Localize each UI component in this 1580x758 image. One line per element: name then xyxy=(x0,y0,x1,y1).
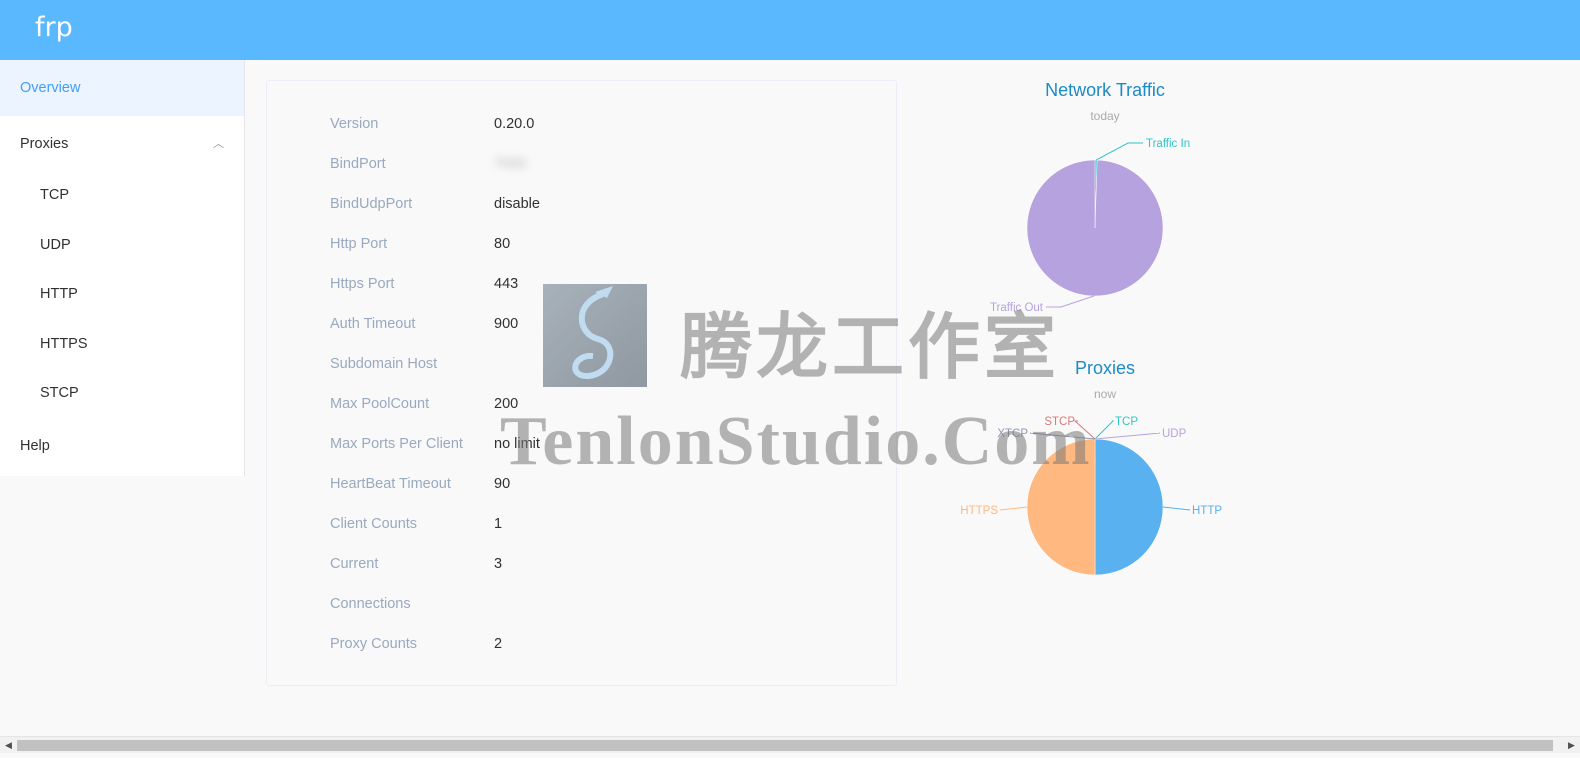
info-value: disable xyxy=(494,196,540,212)
info-value: 90 xyxy=(494,476,511,492)
sidebar-item-tcp[interactable]: TCP xyxy=(0,170,244,220)
info-value: 0.20.0 xyxy=(494,116,535,132)
sidebar-item-http[interactable]: HTTP xyxy=(0,269,244,319)
sidebar-item-https[interactable]: HTTPS xyxy=(0,319,244,369)
sidebar-item-udp[interactable]: UDP xyxy=(0,220,244,270)
info-row-version: Version 0.20.0 xyxy=(330,116,850,156)
sidebar-item-proxies[interactable]: Proxies ︿ xyxy=(0,116,244,172)
info-row-heartbeat-timeout: HeartBeat Timeout 90 xyxy=(330,476,850,516)
info-row-max-poolcount: Max PoolCount 200 xyxy=(330,396,850,436)
top-header: frp xyxy=(0,0,1580,60)
info-row-https-port: Https Port 443 xyxy=(330,276,850,316)
sidebar-item-help[interactable]: Help xyxy=(0,418,244,474)
info-value: 900 xyxy=(494,316,519,332)
charts-area: Network Traffic today Traffic In Traffic … xyxy=(925,60,1285,660)
scrollbar-thumb[interactable] xyxy=(17,740,1553,751)
chevron-up-icon: ︿ xyxy=(213,138,224,150)
info-row-max-ports-per-client: Max Ports Per Client no limit xyxy=(330,436,850,476)
pie-label-traffic-in: Traffic In xyxy=(1146,138,1190,150)
pie-label-udp: UDP xyxy=(1162,428,1187,440)
info-row-subdomain-host: Subdomain Host xyxy=(330,356,850,396)
proxies-chart-title: Proxies xyxy=(1074,358,1136,378)
sidebar-item-label: TCP xyxy=(40,187,69,203)
traffic-chart-title: Network Traffic xyxy=(1045,80,1165,100)
sidebar-item-overview[interactable]: Overview xyxy=(0,60,244,116)
pie-label-tcp: TCP xyxy=(1115,416,1138,428)
info-value: 7000 xyxy=(494,156,527,172)
info-label: Http Port xyxy=(330,236,388,252)
pie-label-line xyxy=(1095,142,1143,161)
info-label: Https Port xyxy=(330,276,395,292)
info-value: 2 xyxy=(494,636,503,652)
info-value: 200 xyxy=(494,396,519,412)
info-label: Client Counts xyxy=(330,516,418,532)
sidebar-item-label: HTTPS xyxy=(40,336,88,352)
brand-logo[interactable]: frp xyxy=(35,12,73,43)
pie-label-https: HTTPS xyxy=(960,505,998,517)
info-label: Proxy Counts xyxy=(330,636,418,652)
info-label: Connections xyxy=(330,596,411,612)
sidebar-item-stcp[interactable]: STCP xyxy=(0,368,244,418)
info-row-bindudpport: BindUdpPort disable xyxy=(330,196,850,236)
proxies-chart-subtitle: now xyxy=(1093,387,1116,401)
info-label: BindPort xyxy=(330,156,386,172)
info-label: Max Ports Per Client xyxy=(330,436,463,452)
sidebar-item-label: STCP xyxy=(40,385,79,401)
pie-label-line xyxy=(1073,420,1096,440)
pie-label-line xyxy=(1046,295,1095,308)
sidebar-item-label: Proxies xyxy=(20,136,69,152)
info-value: 443 xyxy=(494,276,519,292)
info-row-proxy-counts: Proxy Counts 2 xyxy=(330,636,850,676)
pie-label-traffic-out: Traffic Out xyxy=(990,302,1044,314)
pie-label-http: HTTP xyxy=(1192,505,1222,517)
info-row-auth-timeout: Auth Timeout 900 xyxy=(330,316,850,356)
pie-label-stcp: STCP xyxy=(1044,416,1075,428)
horizontal-scrollbar[interactable]: ◀ ▶ xyxy=(0,736,1580,753)
info-value: no limit xyxy=(494,436,540,452)
sidebar-item-label: Help xyxy=(20,438,50,454)
traffic-pie-chart: Traffic In Traffic Out xyxy=(990,138,1190,314)
pie-label-line xyxy=(1094,432,1161,440)
info-row-current: Current 3 xyxy=(330,556,850,596)
pie-label-line xyxy=(1094,420,1115,440)
pie-slice-https[interactable] xyxy=(1026,438,1096,576)
info-label: HeartBeat Timeout xyxy=(330,476,451,492)
info-row-http-port: Http Port 80 xyxy=(330,236,850,276)
info-label: Max PoolCount xyxy=(330,396,430,412)
proxies-pie-chart: TCP UDP HTTP HTTPS STCP XTCP xyxy=(960,416,1222,576)
sidebar-nav: Overview Proxies ︿ TCP UDP HTTP HTTPS ST… xyxy=(0,60,245,476)
info-row-client-counts: Client Counts 1 xyxy=(330,516,850,556)
info-label: Current xyxy=(330,556,379,572)
traffic-chart-subtitle: today xyxy=(1090,109,1120,123)
pie-slice-traffic-out[interactable] xyxy=(1026,159,1164,297)
info-label: Auth Timeout xyxy=(330,316,416,332)
pie-label-line xyxy=(1029,432,1096,440)
sidebar-item-label: Overview xyxy=(20,80,81,96)
server-info-panel: Version 0.20.0 BindPort 7000 BindUdpPort di… xyxy=(266,80,897,686)
pie-label-line xyxy=(1162,506,1191,511)
pie-label-line xyxy=(999,506,1028,511)
info-label: Version xyxy=(330,116,379,132)
info-label: BindUdpPort xyxy=(330,196,413,212)
sidebar-item-label: HTTP xyxy=(40,286,78,302)
info-value: 80 xyxy=(494,236,511,252)
pie-label-xtcp: XTCP xyxy=(997,428,1028,440)
scroll-left-icon[interactable]: ◀ xyxy=(0,737,17,754)
sidebar-item-label: UDP xyxy=(40,237,71,253)
info-value: 3 xyxy=(494,556,503,572)
info-value: 1 xyxy=(494,516,503,532)
info-row-bindport: BindPort 7000 xyxy=(330,156,850,196)
pie-slice-http[interactable] xyxy=(1094,438,1164,576)
info-row-connections: Connections xyxy=(330,596,850,636)
info-label: Subdomain Host xyxy=(330,356,438,372)
scroll-right-icon[interactable]: ▶ xyxy=(1563,737,1580,754)
